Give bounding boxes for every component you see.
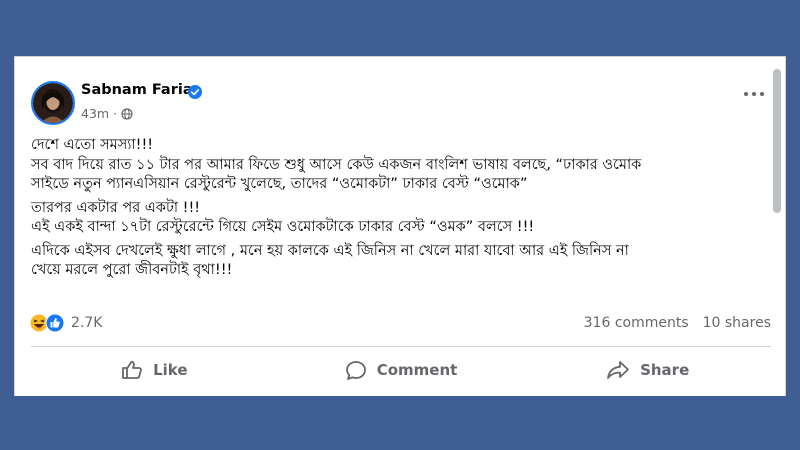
like-label: Like (153, 361, 188, 379)
more-options-icon[interactable] (743, 89, 765, 99)
share-button[interactable]: Share (524, 347, 771, 393)
post-text-line: দেশে এতো সমস্যা!!! (31, 137, 154, 153)
share-label: Share (640, 361, 690, 379)
post-time[interactable]: 43m (81, 106, 109, 121)
scrollbar-thumb[interactable] (773, 69, 781, 213)
comments-count[interactable]: 316 comments (584, 315, 689, 331)
shares-count[interactable]: 10 shares (703, 315, 771, 331)
post-meta: 43m · (81, 106, 133, 121)
post-text-line: এই একই বান্দা ১৭টা রেস্টুরেন্টে গিয়ে সে… (31, 219, 535, 235)
post-actions: Like Comment Share (31, 347, 771, 393)
reaction-icons[interactable] (29, 313, 65, 333)
post-card: Sabnam Faria 43m · দেশে এতো সমস্যা!!! সব… (14, 56, 786, 396)
comment-icon (345, 360, 366, 380)
post-text-line: এদিকে এইসব দেখলেই ক্ষুধা লাগে , মনে হয় … (31, 242, 629, 259)
engagement-stats: 316 comments 10 shares (584, 315, 771, 331)
author-name[interactable]: Sabnam Faria (81, 82, 193, 98)
comment-label: Comment (376, 361, 458, 379)
like-button[interactable]: Like (31, 347, 278, 393)
thumbs-up-icon (122, 360, 142, 379)
comment-button[interactable]: Comment (278, 347, 525, 393)
avatar[interactable] (31, 81, 75, 125)
post-text-line: তারপর একটার পর একটা !!! (31, 199, 201, 216)
post-text-line: সাইডে নতুন প্যানএসিয়ান রেস্টুরেন্ট খুলে… (31, 176, 528, 192)
like-reaction-icon (45, 313, 65, 333)
bottom-frame-band (0, 396, 800, 450)
reaction-count[interactable]: 2.7K (71, 315, 102, 331)
verified-icon (188, 85, 202, 99)
top-frame-band (0, 0, 800, 56)
post-text: দেশে এতো সমস্যা!!! সব বাদ দিয়ে রাত ১১ ট… (31, 136, 771, 281)
post-text-line: খেয়ে মরলে পুরো জীবনটাই বৃথা!!! (31, 262, 233, 278)
meta-separator: · (113, 106, 118, 121)
scrollbar[interactable] (773, 67, 783, 393)
globe-icon (121, 107, 133, 120)
post-text-line: সব বাদ দিয়ে রাত ১১ টার পর আমার ফিডে শুধ… (31, 156, 642, 173)
reactions-row: 2.7K 316 comments 10 shares (29, 311, 771, 335)
share-icon (607, 361, 629, 379)
